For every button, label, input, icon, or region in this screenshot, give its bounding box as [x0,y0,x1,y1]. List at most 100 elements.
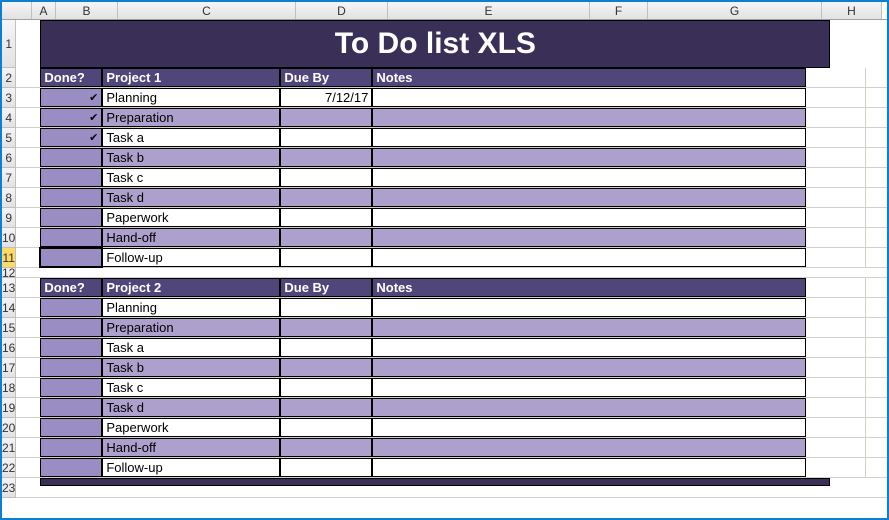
column-header-B[interactable]: B [56,2,118,19]
cell[interactable] [40,268,830,278]
notes-cell[interactable] [372,418,806,437]
header-notes[interactable]: Notes [372,68,806,87]
cell[interactable] [16,228,40,247]
task-name-cell[interactable]: Task a [102,128,280,147]
done-cell[interactable] [40,248,102,267]
row-header-1[interactable]: 1 [2,20,16,68]
header-due[interactable]: Due By [280,278,372,297]
cell[interactable] [16,268,40,278]
cell[interactable] [16,188,40,207]
row-header-3[interactable]: 3 [2,88,16,108]
cell[interactable] [806,278,866,297]
row-header-9[interactable]: 9 [2,208,16,228]
notes-cell[interactable] [372,148,806,167]
row-header-18[interactable]: 18 [2,378,16,398]
due-cell[interactable] [280,318,372,337]
done-cell[interactable] [40,188,102,207]
task-name-cell[interactable]: Follow-up [102,458,280,477]
cell[interactable] [806,228,866,247]
cells-area[interactable]: To Do list XLSDone?Project 1Due ByNotes✔… [16,20,889,498]
done-cell[interactable]: ✔ [40,88,102,107]
row-header-16[interactable]: 16 [2,338,16,358]
cell[interactable] [830,268,889,278]
notes-cell[interactable] [372,208,806,227]
cell[interactable] [806,128,866,147]
column-header-A[interactable]: A [32,2,56,19]
cell[interactable] [806,378,866,397]
cell[interactable] [806,318,866,337]
done-cell[interactable] [40,418,102,437]
column-header-D[interactable]: D [296,2,388,19]
task-name-cell[interactable]: Task a [102,338,280,357]
due-cell[interactable] [280,108,372,127]
due-cell[interactable] [280,148,372,167]
row-header-7[interactable]: 7 [2,168,16,188]
task-name-cell[interactable]: Task b [102,148,280,167]
done-cell[interactable]: ✔ [40,128,102,147]
task-name-cell[interactable]: Hand-off [102,438,280,457]
cell[interactable] [16,208,40,227]
column-header-G[interactable]: G [648,2,822,19]
task-name-cell[interactable]: Task b [102,358,280,377]
due-cell[interactable] [280,438,372,457]
cell[interactable] [16,248,40,267]
notes-cell[interactable] [372,398,806,417]
row-header-5[interactable]: 5 [2,128,16,148]
row-header-4[interactable]: 4 [2,108,16,128]
row-header-6[interactable]: 6 [2,148,16,168]
row-header-21[interactable]: 21 [2,438,16,458]
row-header-22[interactable]: 22 [2,458,16,478]
header-project[interactable]: Project 2 [102,278,280,297]
header-due[interactable]: Due By [280,68,372,87]
row-header-12[interactable]: 12 [2,268,16,278]
task-name-cell[interactable]: Task d [102,398,280,417]
notes-cell[interactable] [372,128,806,147]
due-cell[interactable] [280,228,372,247]
due-cell[interactable] [280,248,372,267]
done-cell[interactable] [40,208,102,227]
notes-cell[interactable] [372,458,806,477]
cell-H1[interactable] [830,20,889,68]
due-cell[interactable] [280,418,372,437]
task-name-cell[interactable]: Hand-off [102,228,280,247]
cell[interactable] [806,298,866,317]
notes-cell[interactable] [372,358,806,377]
task-name-cell[interactable]: Preparation [102,108,280,127]
due-cell[interactable] [280,378,372,397]
column-header-F[interactable]: F [590,2,648,19]
cell[interactable] [806,418,866,437]
due-cell[interactable] [280,398,372,417]
cell-A1[interactable] [16,20,40,68]
cell[interactable] [16,358,40,377]
row-header-17[interactable]: 17 [2,358,16,378]
task-name-cell[interactable]: Planning [102,298,280,317]
cell[interactable] [16,338,40,357]
cell[interactable] [16,318,40,337]
cell[interactable] [806,168,866,187]
due-cell[interactable] [280,128,372,147]
done-cell[interactable] [40,458,102,477]
due-cell[interactable] [280,188,372,207]
notes-cell[interactable] [372,88,806,107]
due-cell[interactable] [280,168,372,187]
cell[interactable] [806,358,866,377]
notes-cell[interactable] [372,108,806,127]
header-notes[interactable]: Notes [372,278,806,297]
done-cell[interactable] [40,378,102,397]
done-cell[interactable] [40,168,102,187]
notes-cell[interactable] [372,378,806,397]
row-header-13[interactable]: 13 [2,278,16,298]
cell[interactable] [806,148,866,167]
header-done[interactable]: Done? [40,278,102,297]
done-cell[interactable] [40,358,102,377]
notes-cell[interactable] [372,338,806,357]
cell[interactable] [16,378,40,397]
task-name-cell[interactable]: Task d [102,188,280,207]
due-cell[interactable] [280,358,372,377]
due-cell[interactable] [280,298,372,317]
cell[interactable] [16,478,40,497]
notes-cell[interactable] [372,188,806,207]
cell[interactable] [16,458,40,477]
cell[interactable] [806,88,866,107]
done-cell[interactable] [40,148,102,167]
